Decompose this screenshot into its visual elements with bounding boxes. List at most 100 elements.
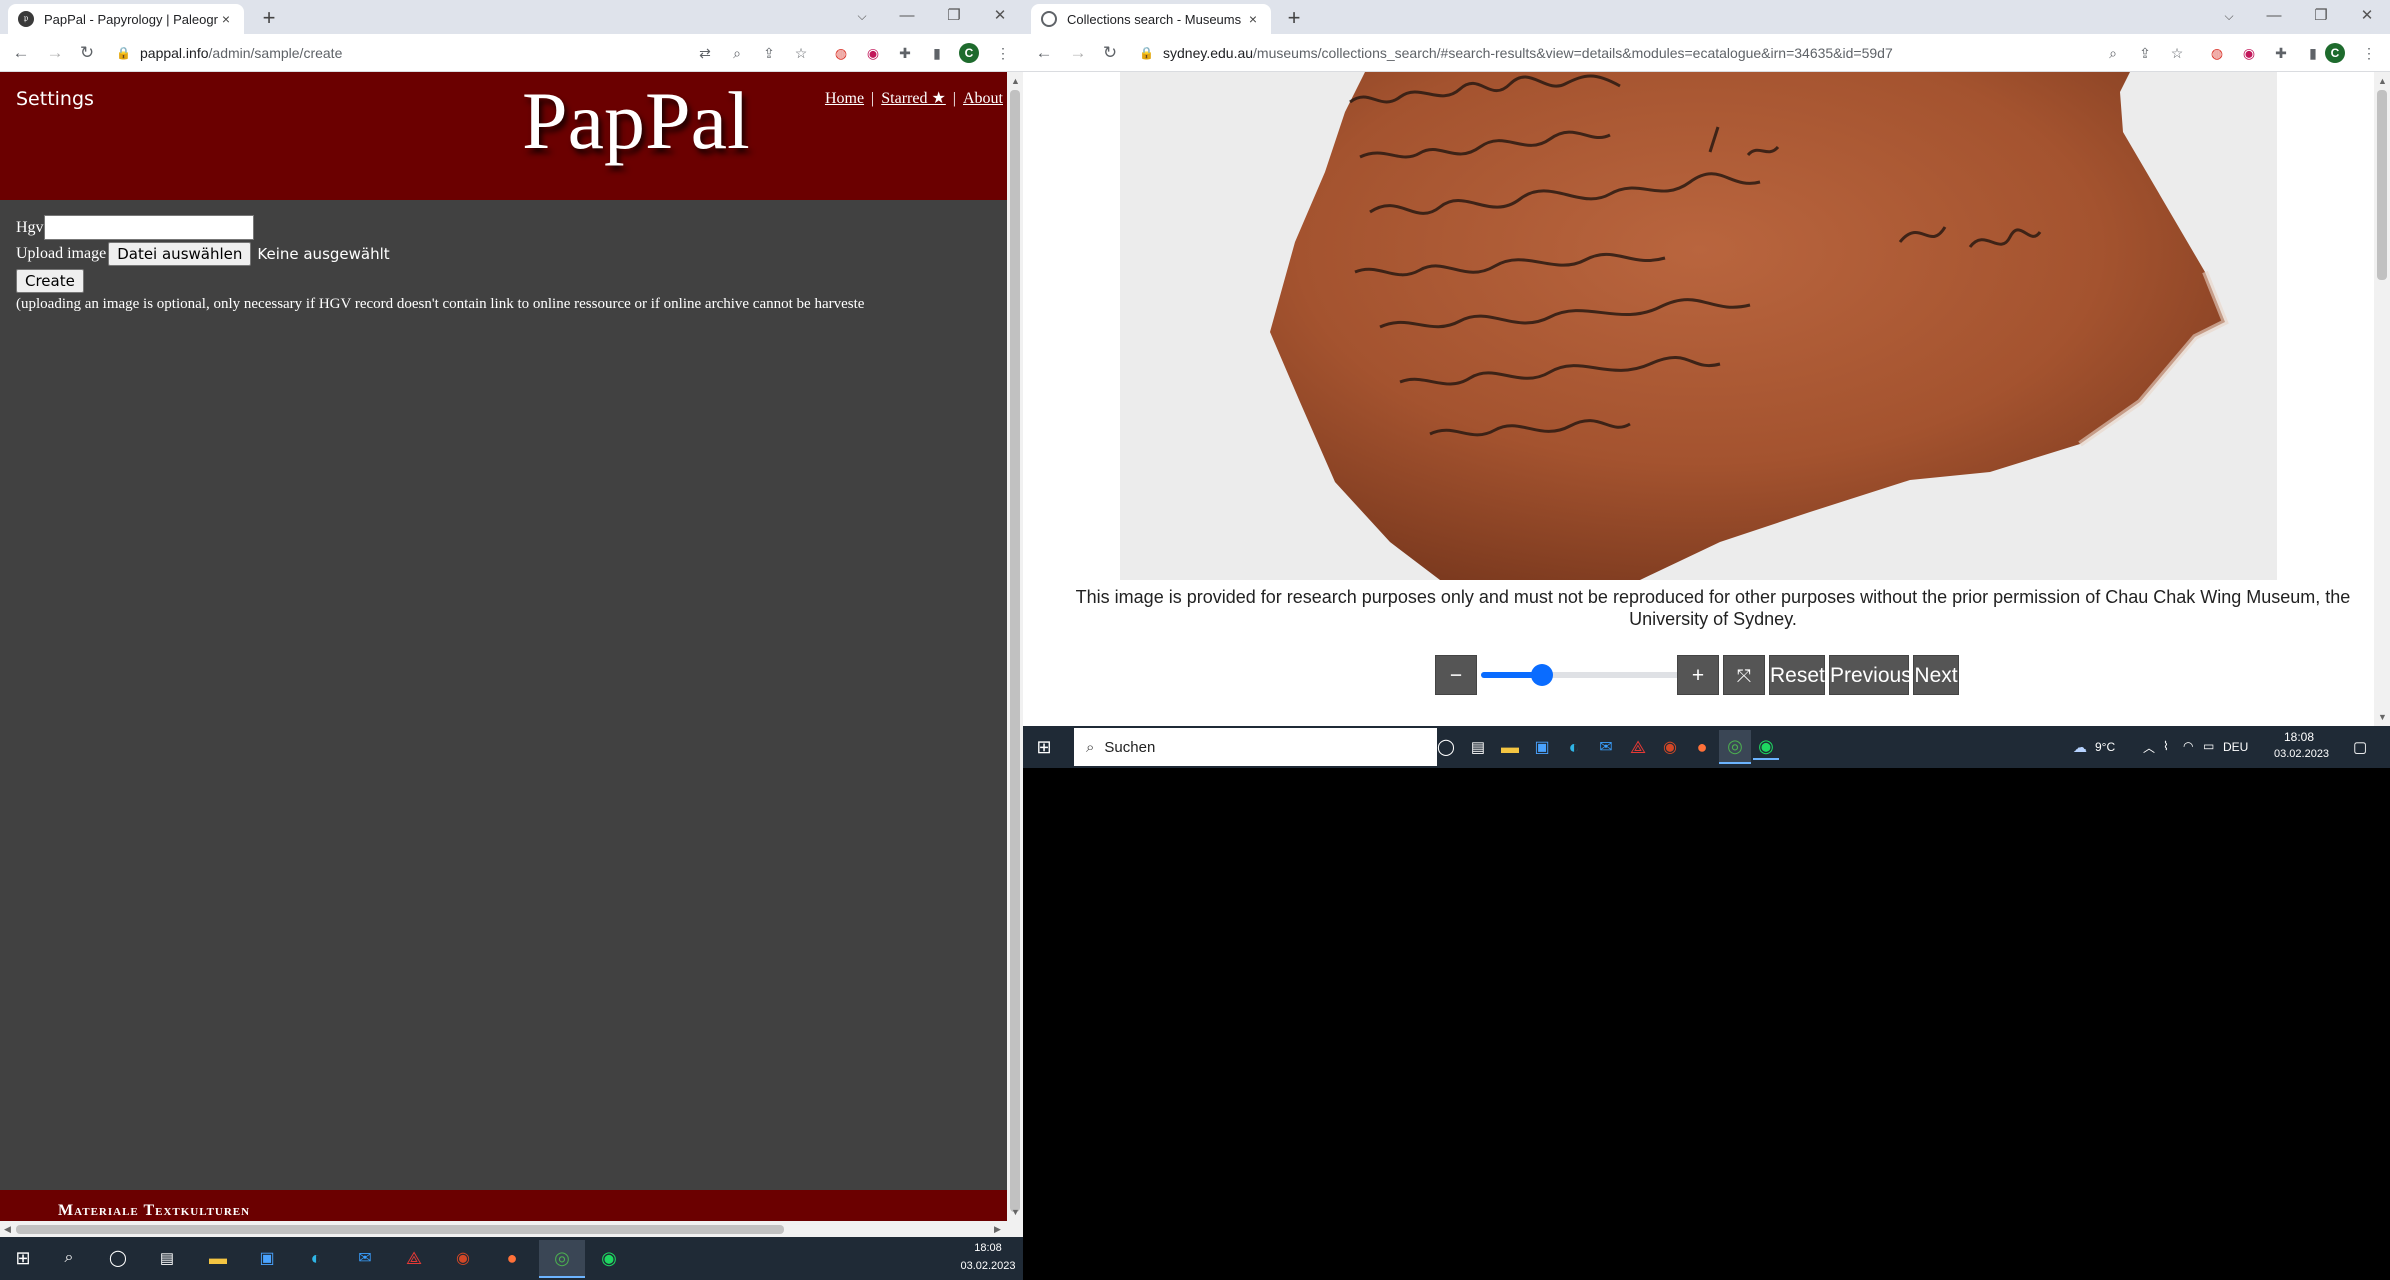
translate-icon[interactable]: ⇄ — [695, 43, 715, 63]
create-button[interactable]: Create — [16, 269, 84, 293]
chrome-icon[interactable]: ◎ — [1719, 730, 1751, 764]
mail-icon[interactable]: ✉ — [353, 1247, 377, 1269]
zoom-icon[interactable]: ⌕ — [727, 43, 747, 63]
ext-red-icon[interactable]: ◍ — [831, 43, 851, 63]
choose-file-button[interactable]: Datei auswählen — [108, 242, 252, 266]
zoom-icon[interactable]: ⌕ — [2103, 43, 2123, 63]
address-bar[interactable]: 🔒 sydney.edu.au/museums/collections_sear… — [1139, 40, 2099, 66]
spotify-icon[interactable]: ◉ — [597, 1247, 621, 1269]
ostracon-image[interactable] — [1120, 72, 2277, 580]
restore-button[interactable]: ❐ — [2299, 2, 2343, 30]
weather-temp[interactable]: 9°C — [2095, 740, 2115, 754]
settings-link[interactable]: Settings — [16, 88, 94, 110]
acrobat-icon[interactable]: ⟁ — [1625, 734, 1651, 760]
tab-close-icon[interactable]: × — [218, 11, 234, 27]
scroll-thumb[interactable] — [1010, 90, 1020, 1212]
nav-starred[interactable]: Starred ★ — [881, 90, 946, 107]
back-icon[interactable]: ← — [10, 42, 32, 64]
bookmark-star-icon[interactable]: ☆ — [2167, 43, 2187, 63]
tab-search-icon[interactable]: ⌵ — [2207, 2, 2251, 30]
network-icon[interactable]: ⌇ — [2163, 739, 2169, 753]
vertical-scrollbar[interactable]: ▲ ▼ — [1007, 72, 1023, 1237]
cortana-icon[interactable]: ◯ — [107, 1247, 129, 1269]
file-explorer-icon[interactable]: ▬ — [206, 1247, 230, 1269]
forward-icon[interactable]: → — [44, 42, 66, 64]
chrome-icon[interactable]: ◎ — [539, 1240, 585, 1278]
reset-button[interactable]: Reset — [1769, 655, 1825, 695]
edge-icon[interactable]: ◐ — [1561, 734, 1587, 760]
profile-avatar[interactable]: C — [2325, 43, 2345, 63]
address-bar[interactable]: 🔒 pappal.info/admin/sample/create — [116, 40, 676, 66]
windows-start-icon[interactable]: ⊞ — [1033, 736, 1055, 758]
zoom-out-button[interactable]: − — [1435, 655, 1477, 695]
ext-pink-icon[interactable]: ◉ — [2239, 43, 2259, 63]
file-explorer-icon[interactable]: ▬ — [1497, 734, 1523, 760]
reload-icon[interactable]: ↻ — [76, 42, 98, 64]
tray-chevron-icon[interactable]: ︿ — [2143, 739, 2155, 756]
bookmark-star-icon[interactable]: ☆ — [791, 43, 811, 63]
clock-time[interactable]: 18:08 — [2276, 730, 2322, 744]
scroll-left-icon[interactable]: ◀ — [4, 1224, 11, 1235]
puzzle-icon[interactable]: ✚ — [2271, 43, 2291, 63]
close-window-button[interactable]: ✕ — [978, 2, 1022, 30]
ext-pink-icon[interactable]: ◉ — [863, 43, 883, 63]
menu-icon[interactable]: ⋮ — [2359, 43, 2379, 63]
taskbar-search-box[interactable]: ⌕ Suchen — [1074, 728, 1437, 766]
hgv-input[interactable] — [43, 215, 254, 240]
tab-pappal[interactable]: 𝔭 PapPal - Papyrology | Paleography × — [8, 4, 244, 34]
store-icon[interactable]: ▣ — [1529, 734, 1555, 760]
nav-about[interactable]: About — [963, 90, 1003, 107]
zoom-in-button[interactable]: + — [1677, 655, 1719, 695]
powerpoint-icon[interactable]: ◉ — [1657, 734, 1683, 760]
sidebar-icon[interactable]: ▮ — [927, 43, 947, 63]
profile-avatar[interactable]: C — [959, 43, 979, 63]
scroll-up-icon[interactable]: ▲ — [1011, 76, 1020, 86]
next-button[interactable]: Next — [1913, 655, 1959, 695]
reload-icon[interactable]: ↻ — [1099, 42, 1121, 64]
nav-home[interactable]: Home — [825, 90, 864, 107]
tab-close-icon[interactable]: × — [1245, 11, 1261, 27]
zoom-slider-thumb[interactable] — [1530, 664, 1553, 686]
hscroll-thumb[interactable] — [16, 1225, 784, 1234]
horizontal-scrollbar[interactable]: ◀ ▶ — [0, 1221, 1007, 1237]
battery-icon[interactable]: ▭ — [2203, 739, 2214, 753]
spotify-icon[interactable]: ◉ — [1753, 734, 1779, 760]
menu-icon[interactable]: ⋮ — [993, 43, 1013, 63]
share-icon[interactable]: ⇪ — [759, 43, 779, 63]
edge-icon[interactable]: ◐ — [304, 1247, 328, 1269]
vertical-scrollbar[interactable]: ▲ ▼ — [2374, 72, 2390, 726]
puzzle-icon[interactable]: ✚ — [895, 43, 915, 63]
zoom-slider[interactable] — [1481, 664, 1681, 686]
restore-button[interactable]: ❐ — [932, 2, 976, 30]
search-icon[interactable]: ⌕ — [58, 1247, 80, 1269]
scroll-up-icon[interactable]: ▲ — [2378, 76, 2387, 86]
clock-date[interactable]: 03.02.2023 — [2274, 748, 2329, 760]
acrobat-icon[interactable]: ⟁ — [402, 1247, 426, 1269]
minimize-button[interactable]: — — [2252, 2, 2296, 30]
notification-icon[interactable]: ▢ — [2353, 738, 2367, 756]
scroll-down-icon[interactable]: ▼ — [1011, 1207, 1020, 1217]
tab-search-icon[interactable]: ⌵ — [840, 2, 884, 30]
clock-date[interactable]: 03.02.2023 — [958, 1260, 1018, 1272]
cortana-icon[interactable]: ◯ — [1433, 734, 1459, 760]
forward-icon[interactable]: → — [1067, 42, 1089, 64]
scroll-thumb[interactable] — [2377, 90, 2387, 280]
firefox-icon[interactable]: ● — [1689, 734, 1715, 760]
minimize-button[interactable]: — — [885, 2, 929, 30]
ext-red-icon[interactable]: ◍ — [2207, 43, 2227, 63]
previous-button[interactable]: Previous — [1829, 655, 1912, 695]
windows-start-icon[interactable]: ⊞ — [12, 1247, 34, 1269]
scroll-right-icon[interactable]: ▶ — [994, 1224, 1001, 1235]
mail-icon[interactable]: ✉ — [1593, 734, 1619, 760]
fullscreen-icon[interactable]: ⤧ — [1723, 655, 1765, 695]
close-window-button[interactable]: ✕ — [2345, 2, 2389, 30]
clock-time[interactable]: 18:08 — [960, 1242, 1016, 1254]
share-icon[interactable]: ⇪ — [2135, 43, 2155, 63]
task-view-icon[interactable]: ▤ — [1465, 734, 1491, 760]
sidebar-icon[interactable]: ▮ — [2303, 43, 2323, 63]
language-indicator[interactable]: DEU — [2223, 740, 2248, 754]
new-tab-button[interactable]: + — [256, 6, 282, 32]
task-view-icon[interactable]: ▤ — [156, 1247, 178, 1269]
powerpoint-icon[interactable]: ◉ — [451, 1247, 475, 1269]
firefox-icon[interactable]: ● — [500, 1247, 524, 1269]
